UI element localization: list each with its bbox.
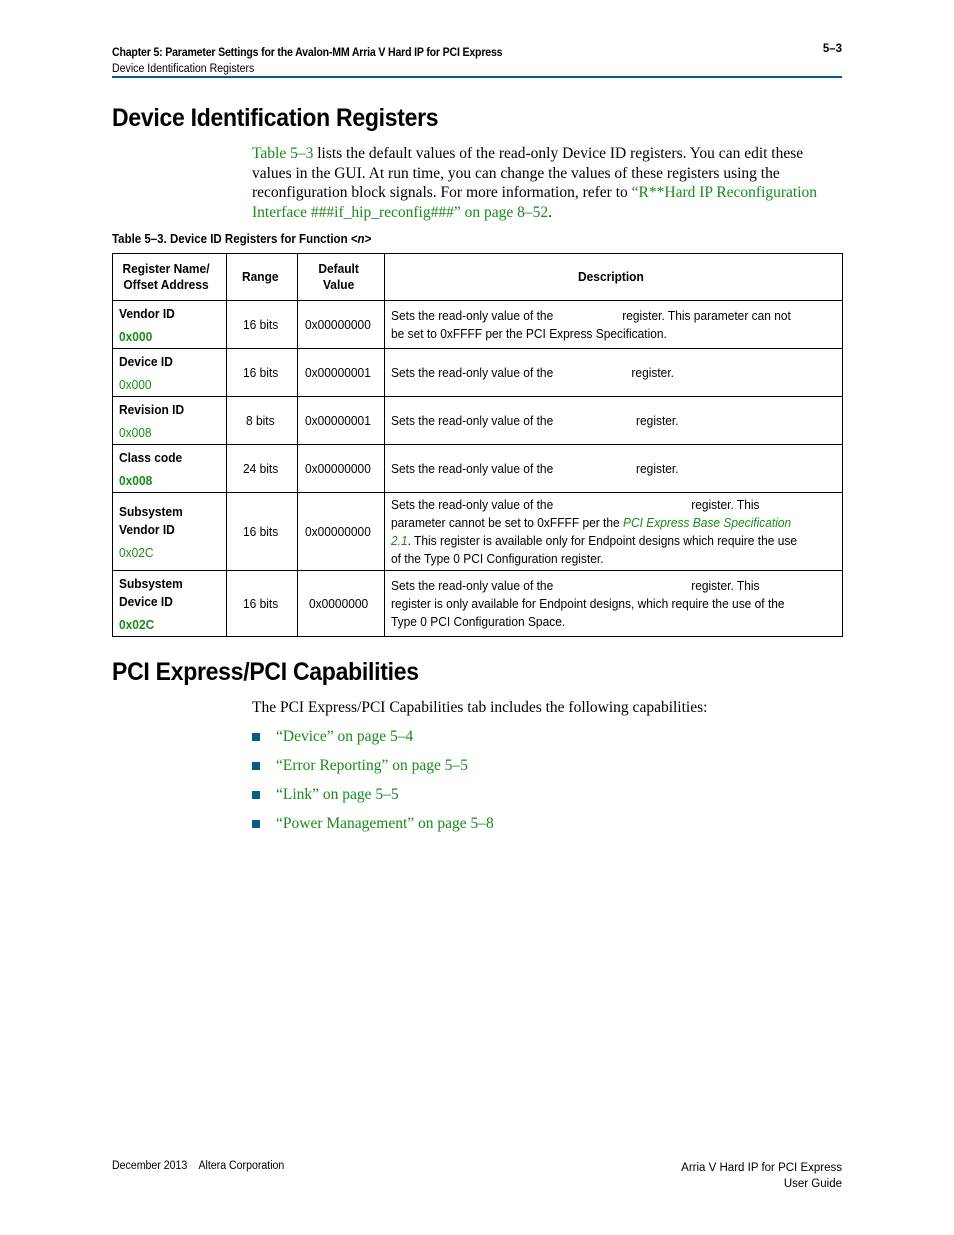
description-text: Sets the read-only value of the bbox=[391, 460, 554, 476]
capability-list-item: “Link” on page 5–5 bbox=[252, 785, 494, 814]
footer-date-company: December 2013 Altera Corporation bbox=[112, 1160, 285, 1172]
page-number: 5–3 bbox=[822, 43, 842, 55]
default-value-cell: 0x00000001 bbox=[296, 348, 386, 397]
table-row: Device ID 0x000 16 bits 0x00000001 Sets the … bbox=[111, 348, 843, 397]
function-placeholder: <n> bbox=[350, 232, 372, 246]
capability-list-item: “Device” on page 5–4 bbox=[252, 727, 494, 756]
footer-doc-type: User Guide bbox=[783, 1178, 842, 1190]
capability-link[interactable]: “Device” on page 5–4 bbox=[276, 728, 413, 745]
description-cell: Sets the read-only value of the register. bbox=[384, 396, 843, 445]
section-heading-pci-capabilities: PCI Express/PCI Capabilities bbox=[112, 658, 419, 686]
capability-list-item: “Power Management” on page 5–8 bbox=[252, 814, 494, 843]
description-text: Sets the read-only value of the bbox=[391, 577, 554, 593]
description-text: Sets the read-only value of the bbox=[391, 307, 554, 323]
square-bullet-icon bbox=[252, 820, 260, 828]
default-value-cell: 0x00000000 bbox=[296, 444, 386, 493]
header-default-value: Default Value bbox=[296, 253, 386, 301]
range-cell: 16 bits bbox=[226, 570, 298, 637]
default-value-cell: 0x0000000 bbox=[296, 570, 386, 637]
register-name: Revision ID bbox=[119, 401, 185, 417]
capability-link[interactable]: “Power Management” on page 5–8 bbox=[276, 815, 494, 832]
description-text: Sets the read-only value of the bbox=[391, 412, 554, 428]
range-cell: 16 bits bbox=[226, 300, 298, 349]
default-value-cell: 0x00000001 bbox=[296, 396, 386, 445]
capability-link[interactable]: “Error Reporting” on page 5–5 bbox=[276, 757, 468, 774]
capability-link[interactable]: “Link” on page 5–5 bbox=[276, 786, 399, 803]
square-bullet-icon bbox=[252, 791, 260, 799]
description-text: Sets the read-only value of the bbox=[391, 364, 554, 380]
table-row: Class code 0x008 24 bits 0x00000000 Sets the… bbox=[111, 444, 843, 493]
range-cell: 16 bits bbox=[226, 348, 298, 397]
table-caption: Table 5–3. Device ID Registers for Funct… bbox=[112, 232, 372, 246]
header-description: Description bbox=[384, 253, 843, 301]
device-id-table: Register Name/ Offset Address Range Defa… bbox=[111, 253, 843, 637]
header-divider bbox=[112, 76, 842, 78]
table-header-row: Register Name/ Offset Address Range Defa… bbox=[111, 253, 843, 301]
offset-address-link[interactable]: 0x02C bbox=[119, 545, 220, 561]
register-cell: Subsystem Device ID 0x02C bbox=[111, 570, 228, 637]
offset-address-link[interactable]: 0x000 bbox=[119, 329, 220, 345]
register-cell: Subsystem Vendor ID 0x02C bbox=[111, 492, 228, 571]
table-row: Subsystem Vendor ID 0x02C 16 bits 0x0000000… bbox=[111, 492, 843, 571]
square-bullet-icon bbox=[252, 733, 260, 741]
description-cell: Sets the read-only value of the register.… bbox=[384, 300, 843, 349]
intro-text-end: . bbox=[548, 203, 552, 221]
description-text: register. bbox=[636, 412, 679, 428]
footer-doc-title: Arria V Hard IP for PCI Express User Gui… bbox=[681, 1160, 842, 1192]
description-cell: Sets the read-only value of the register.… bbox=[384, 570, 843, 637]
default-value-cell: 0x00000000 bbox=[296, 492, 386, 571]
range-cell: 16 bits bbox=[226, 492, 298, 571]
description-cell: Sets the read-only value of the register. bbox=[384, 348, 843, 397]
register-cell: Device ID 0x000 bbox=[111, 348, 228, 397]
description-cell: Sets the read-only value of the register. bbox=[384, 444, 843, 493]
description-text: register. bbox=[631, 364, 674, 380]
register-cell: Revision ID 0x008 bbox=[111, 396, 228, 445]
description-text: . This register is available only for En… bbox=[391, 532, 797, 566]
section-heading-device-id: Device Identification Registers bbox=[112, 104, 439, 132]
offset-address-link[interactable]: 0x008 bbox=[119, 473, 220, 489]
section-label: Device Identification Registers bbox=[112, 63, 255, 75]
register-cell: Class code 0x008 bbox=[111, 444, 228, 493]
capabilities-list: “Device” on page 5–4 “Error Reporting” on… bbox=[252, 727, 494, 843]
register-name: Device ID bbox=[119, 353, 173, 369]
register-name: Subsystem Device ID bbox=[119, 575, 183, 609]
square-bullet-icon bbox=[252, 762, 260, 770]
intro-paragraph: Table 5–3 lists the default values of th… bbox=[252, 144, 832, 222]
register-name: Class code bbox=[119, 449, 183, 465]
table-row: Revision ID 0x008 8 bits 0x00000001 Sets the… bbox=[111, 396, 843, 445]
description-text: Sets the read-only value of the bbox=[391, 496, 554, 512]
capability-list-item: “Error Reporting” on page 5–5 bbox=[252, 756, 494, 785]
range-cell: 24 bits bbox=[226, 444, 298, 493]
description-text: register. bbox=[636, 460, 679, 476]
page-header: Chapter 5: Parameter Settings for the Av… bbox=[112, 43, 842, 75]
chapter-title: Chapter 5: Parameter Settings for the Av… bbox=[112, 47, 503, 59]
default-value-cell: 0x00000000 bbox=[296, 300, 386, 349]
register-name: Subsystem Vendor ID bbox=[119, 503, 183, 537]
table-row: Vendor ID 0x000 16 bits 0x00000000 Sets the … bbox=[111, 300, 843, 349]
description-cell: Sets the read-only value of the register.… bbox=[384, 492, 843, 571]
table-link[interactable]: Table 5–3 bbox=[252, 145, 313, 162]
register-name: Vendor ID bbox=[119, 305, 175, 321]
range-cell: 8 bits bbox=[226, 396, 298, 445]
footer-doc-name: Arria V Hard IP for PCI Express bbox=[681, 1162, 842, 1174]
header-range: Range bbox=[226, 253, 298, 301]
register-cell: Vendor ID 0x000 bbox=[111, 300, 228, 349]
header-register-name: Register Name/ Offset Address bbox=[111, 253, 228, 301]
offset-address-link[interactable]: 0x000 bbox=[119, 377, 220, 393]
table-row: Subsystem Device ID 0x02C 16 bits 0x0000000… bbox=[111, 570, 843, 637]
offset-address-link[interactable]: 0x02C bbox=[119, 617, 220, 633]
offset-address-link[interactable]: 0x008 bbox=[119, 425, 220, 441]
capabilities-intro: The PCI Express/PCI Capabilities tab inc… bbox=[252, 699, 708, 716]
